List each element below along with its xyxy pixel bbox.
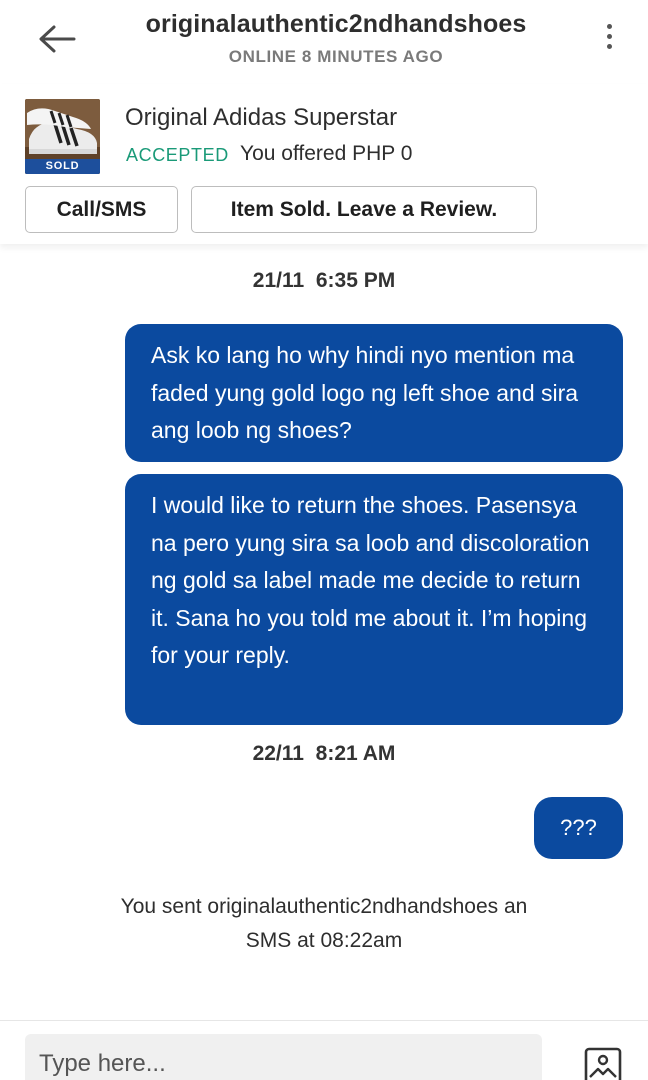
- more-options-button[interactable]: [592, 18, 626, 54]
- chat-header: originalauthentic2ndhandshoes ONLINE 8 M…: [0, 0, 648, 84]
- sent-message-bubble[interactable]: ???: [534, 797, 623, 859]
- message-composer: [0, 1020, 648, 1080]
- more-vertical-icon: [606, 23, 612, 29]
- online-status: ONLINE 8 MINUTES AGO: [228, 47, 444, 66]
- sms-system-note: You sent originalauthentic2ndhandshoes a…: [120, 895, 528, 952]
- call-sms-button[interactable]: Call/SMS: [25, 186, 178, 233]
- offer-status-badge: ACCEPTED: [126, 145, 229, 165]
- arrow-left-icon: [39, 25, 76, 53]
- sent-message-bubble[interactable]: I would like to return the shoes. Pasens…: [125, 474, 623, 725]
- time-label: 6:35 PM: [315, 269, 396, 292]
- time-label: 8:21 AM: [315, 742, 396, 765]
- date-separator: 21/11 6:35 PM: [0, 269, 648, 293]
- date-separator: 22/11 8:21 AM: [0, 742, 648, 766]
- listing-summary: SOLD Original Adidas Superstar ACCEPTED …: [0, 84, 648, 244]
- date-label: 21/11: [252, 269, 305, 292]
- listing-title[interactable]: Original Adidas Superstar: [125, 104, 397, 132]
- leave-review-button[interactable]: Item Sold. Leave a Review.: [191, 186, 537, 233]
- attach-photo-button[interactable]: [584, 1047, 622, 1080]
- listing-thumbnail[interactable]: SOLD: [25, 99, 100, 174]
- back-button[interactable]: [30, 16, 82, 62]
- offer-amount: You offered PHP 0: [240, 142, 413, 165]
- sent-message-bubble[interactable]: Ask ko lang ho why hindi nyo mention ma …: [125, 324, 623, 462]
- message-input[interactable]: [25, 1034, 542, 1080]
- chat-username[interactable]: originalauthentic2ndhandshoes: [100, 10, 572, 39]
- sold-badge: SOLD: [25, 159, 100, 174]
- date-label: 22/11: [252, 742, 304, 765]
- image-upload-icon: [584, 1047, 622, 1080]
